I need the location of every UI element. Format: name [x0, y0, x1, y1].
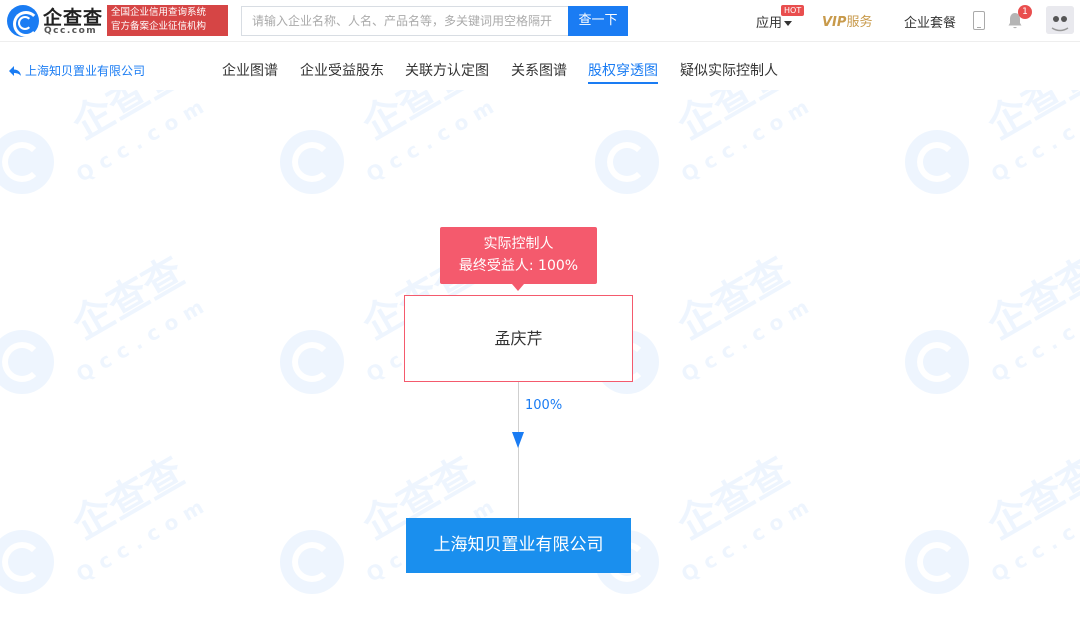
watermark-text-en: Qcc.com: [72, 290, 215, 387]
watermark-text-en: Qcc.com: [72, 90, 215, 187]
back-link[interactable]: 上海知贝置业有限公司: [8, 62, 145, 79]
watermark-logo-icon: [0, 530, 54, 594]
watermark-text-cn: 企查查: [980, 448, 1080, 549]
equity-edge-line: [518, 382, 519, 518]
watermark-logo-icon: [280, 530, 344, 594]
watermark-text-cn: 企查查: [65, 90, 192, 149]
arrow-down-icon: [512, 432, 524, 448]
company-name: 上海知贝置业有限公司: [433, 535, 604, 555]
tab-relationship-graph[interactable]: 关系图谱: [511, 60, 567, 80]
watermark: 企查查Qcc.com: [905, 90, 1080, 230]
vip-service-label: 服务: [846, 15, 873, 30]
company-node[interactable]: 上海知贝置业有限公司: [406, 518, 631, 573]
watermark-text-cn: 企查查: [980, 248, 1080, 349]
watermark: 企查查Qcc.com: [0, 449, 215, 630]
watermark: 企查查Qcc.com: [595, 90, 820, 230]
caret-down-icon: [784, 21, 793, 26]
search-box: [241, 6, 568, 36]
watermark-logo-icon: [280, 330, 344, 394]
watermark-text-cn: 企查查: [65, 448, 192, 549]
logo-badge: 全国企业信用查询系统 官方备案企业征信机构: [107, 5, 228, 36]
watermark-logo-icon: [905, 130, 969, 194]
tab-beneficial-shareholders[interactable]: 企业受益股东: [300, 60, 384, 80]
watermark-text-en: Qcc.com: [677, 90, 820, 187]
watermark-text-en: Qcc.com: [987, 490, 1080, 587]
apps-label: 应用: [756, 16, 783, 31]
phone-icon[interactable]: [973, 11, 985, 30]
watermark-text-en: Qcc.com: [987, 290, 1080, 387]
search-button[interactable]: 查一下: [568, 6, 628, 36]
qcc-logo[interactable]: 企查查 Qcc.com: [7, 4, 107, 38]
tooltip-beneficiary: 最终受益人: 100%: [458, 258, 579, 274]
watermark-logo-icon: [595, 130, 659, 194]
watermark-text-cn: 企查查: [670, 448, 797, 549]
watermark: 企查查Qcc.com: [0, 90, 215, 230]
watermark-text-cn: 企查查: [355, 90, 482, 149]
hot-badge: HOT: [781, 5, 805, 16]
tooltip-title: 实际控制人: [483, 236, 554, 252]
watermark-text-cn: 企查查: [65, 248, 192, 349]
watermark-text-cn: 企查查: [670, 90, 797, 149]
watermark: 企查查Qcc.com: [280, 90, 505, 230]
watermark-logo-icon: [0, 330, 54, 394]
watermark-text-en: Qcc.com: [72, 490, 215, 587]
watermark-logo-icon: [0, 130, 54, 194]
person-node[interactable]: 孟庆芹: [404, 295, 633, 382]
search-input[interactable]: [242, 7, 568, 35]
watermark: 企查查Qcc.com: [0, 249, 215, 430]
logo-badge-line2: 官方备案企业征信机构: [111, 21, 207, 32]
person-name: 孟庆芹: [494, 329, 543, 348]
tab-enterprise-graph[interactable]: 企业图谱: [222, 60, 278, 80]
avatar[interactable]: [1046, 6, 1074, 34]
watermark-text-en: Qcc.com: [987, 90, 1080, 187]
watermark-text-en: Qcc.com: [677, 490, 820, 587]
qcc-logo-icon: [7, 5, 39, 37]
avatar-icon: [1046, 6, 1074, 34]
notification-badge: 1: [1018, 5, 1032, 19]
back-link-label: 上海知贝置业有限公司: [25, 64, 146, 78]
tooltip-pointer: [512, 284, 524, 291]
back-arrow-icon: [9, 66, 21, 76]
watermark-logo-icon: [905, 530, 969, 594]
watermark-text-cn: 企查查: [980, 90, 1080, 149]
vip-label: VIP: [822, 15, 847, 30]
vip-service-link[interactable]: VIP服务: [822, 11, 872, 30]
watermark: 企查查Qcc.com: [905, 449, 1080, 630]
equity-percent-label: 100%: [525, 398, 563, 413]
tab-related-party[interactable]: 关联方认定图: [405, 60, 489, 80]
watermark-text-en: Qcc.com: [677, 290, 820, 387]
top-bar: 企查查 Qcc.com 全国企业信用查询系统 官方备案企业征信机构 查一下 应用…: [0, 0, 1080, 42]
tab-equity-penetration[interactable]: 股权穿透图: [588, 60, 658, 80]
watermark: 企查查Qcc.com: [905, 249, 1080, 430]
watermark-text-cn: 企查查: [670, 248, 797, 349]
watermark-text-en: Qcc.com: [362, 90, 505, 187]
logo-text-en: Qcc.com: [44, 26, 98, 36]
active-tab-indicator: [588, 82, 658, 84]
logo-badge-line1: 全国企业信用查询系统: [111, 7, 207, 18]
enterprise-suite-link[interactable]: 企业套餐: [904, 12, 956, 31]
watermark-logo-icon: [905, 330, 969, 394]
tab-suspected-controller[interactable]: 疑似实际控制人: [680, 60, 778, 80]
watermark-logo-icon: [280, 130, 344, 194]
controller-tooltip: 实际控制人 最终受益人: 100%: [440, 227, 597, 284]
